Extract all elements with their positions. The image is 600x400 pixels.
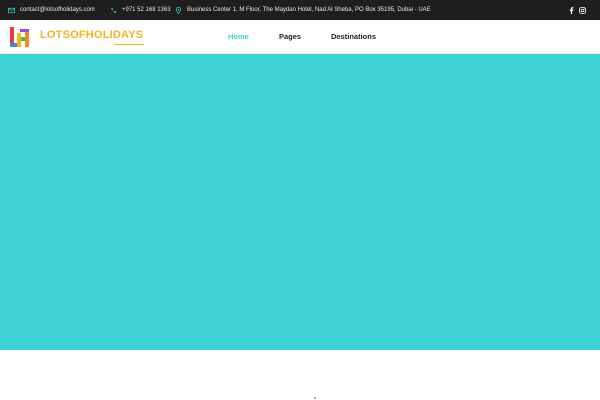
instagram-icon[interactable] (578, 0, 586, 20)
nav-pages[interactable]: Pages (279, 20, 301, 54)
scroll-indicator-dot (314, 397, 316, 399)
address-contact: Business Center 1, M Floor, The Maydan H… (175, 0, 431, 20)
logo-tagline-mark (114, 44, 144, 45)
email-text: contact@lotsofholidays.com (20, 7, 95, 13)
logo-text: LOTSOFHOLIDAYS (40, 29, 144, 41)
nav-destinations[interactable]: Destinations (331, 20, 376, 54)
address-text: Business Center 1, M Floor, The Maydan H… (187, 7, 431, 13)
nav-home[interactable]: Home (228, 20, 249, 54)
hero-banner (0, 54, 600, 350)
top-contact-bar: contact@lotsofholidays.com +971 52 168 1… (0, 0, 600, 20)
logo-mark-icon (10, 27, 29, 47)
envelope-icon (8, 7, 15, 14)
phone-text: +971 52 168 1363 (122, 7, 171, 13)
location-pin-icon (175, 6, 182, 14)
site-logo[interactable]: LOTSOFHOLIDAYS (10, 27, 160, 51)
site-header: LOTSOFHOLIDAYS Home Pages Destinations (0, 20, 600, 54)
phone-icon (110, 7, 117, 14)
email-contact[interactable]: contact@lotsofholidays.com (8, 0, 95, 20)
facebook-icon[interactable] (567, 0, 575, 20)
phone-contact[interactable]: +971 52 168 1363 (110, 0, 171, 20)
content-section (0, 350, 600, 400)
